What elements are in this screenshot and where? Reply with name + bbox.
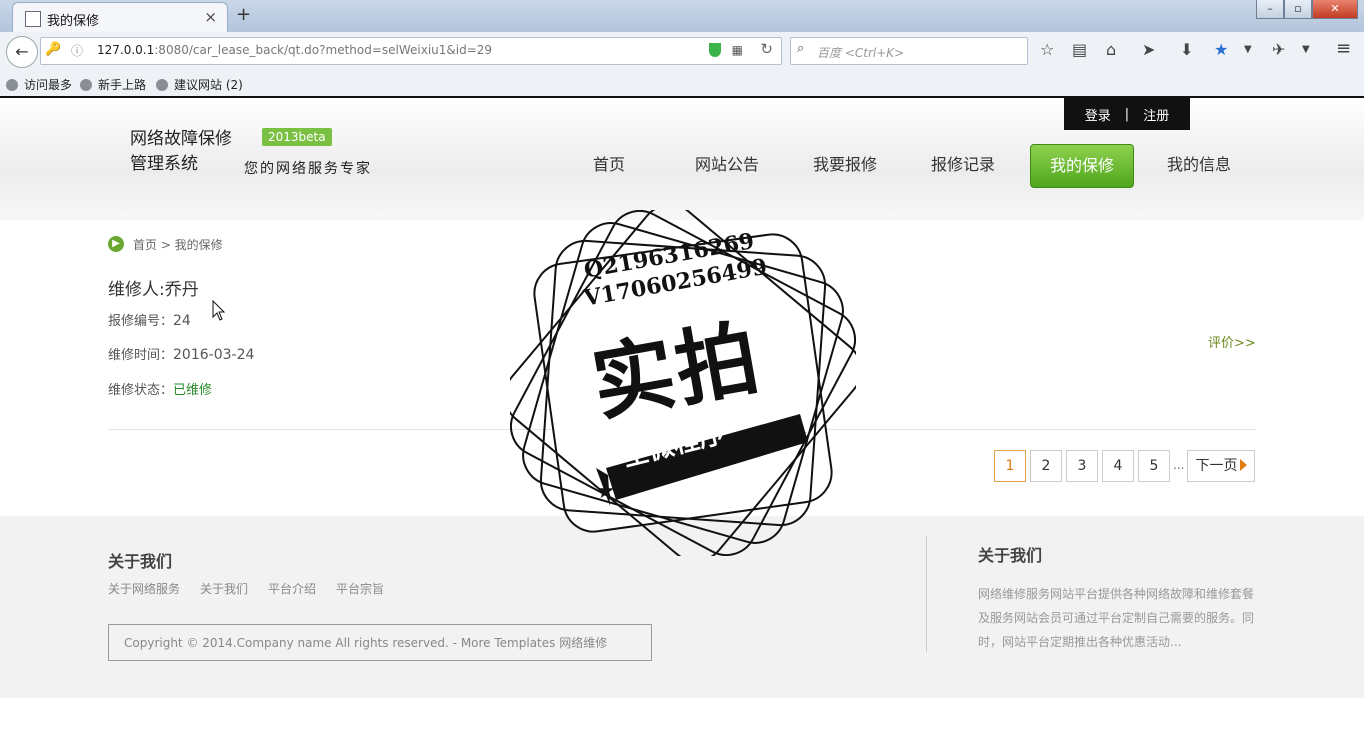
address-bar[interactable]: 🔑 ⓘ 127.0.0.1:8080/car_lease_back/qt.do?…	[40, 37, 782, 65]
nav-my-info[interactable]: 我的信息	[1158, 144, 1240, 186]
page-2-button[interactable]: 2	[1030, 450, 1062, 482]
bookmark-most-visited[interactable]: 访问最多	[6, 76, 72, 93]
globe-icon	[156, 79, 168, 91]
url-path: :8080/car_lease_back/qt.do?method=selWei…	[154, 43, 493, 57]
window-controls: – ▫ ✕	[1256, 0, 1358, 20]
bookmark-suggested[interactable]: 建议网站 (2)	[156, 76, 243, 93]
nav-report-repair[interactable]: 我要报修	[804, 144, 886, 186]
dropdown-icon[interactable]: ▼	[1244, 44, 1252, 55]
next-arrow-icon	[1239, 459, 1247, 471]
nav-my-warranty[interactable]: 我的保修	[1030, 144, 1134, 188]
back-icon[interactable]: ←	[6, 36, 38, 68]
next-page-button[interactable]: 下一页	[1187, 450, 1255, 482]
copyright-box: Copyright © 2014.Company name All rights…	[108, 624, 652, 661]
footer-link-network-service[interactable]: 关于网络服务	[108, 580, 180, 597]
footer-link-platform-intro[interactable]: 平台介绍	[268, 580, 316, 597]
breadcrumb: 首页 > 我的保修	[133, 238, 223, 252]
beta-badge: 2013beta	[262, 128, 332, 146]
qrcode-icon[interactable]: ▦	[732, 43, 743, 57]
nav-announcements[interactable]: 网站公告	[686, 144, 768, 186]
minimize-icon[interactable]: –	[1256, 0, 1284, 19]
repair-time-label: 维修时间：	[108, 348, 174, 363]
tab-close-icon[interactable]: ×	[204, 8, 217, 26]
repair-time-value: 2016-03-24	[173, 347, 255, 363]
new-tab-button[interactable]: +	[236, 4, 251, 25]
addon-star-icon[interactable]: ★	[1214, 40, 1228, 59]
nav-home[interactable]: 首页	[578, 144, 640, 186]
about-title: 关于我们	[978, 546, 1043, 565]
search-box[interactable]: ⌕ 百度 <Ctrl+K>	[790, 37, 1028, 65]
nav-repair-records[interactable]: 报修记录	[922, 144, 1004, 186]
reading-list-icon[interactable]: ▤	[1072, 40, 1087, 59]
url-host: 127.0.0.1	[97, 43, 155, 57]
stamp-star-icon: ★	[596, 479, 616, 504]
reload-icon[interactable]: ↻	[760, 40, 773, 58]
login-link[interactable]: 登录	[1085, 105, 1111, 124]
slogan: 您的网络服务专家	[244, 161, 372, 177]
menu-icon[interactable]: ≡	[1336, 38, 1351, 59]
shield-icon[interactable]	[709, 43, 721, 57]
repair-status-label: 维修状态：	[108, 383, 174, 398]
login-separator: |	[1124, 106, 1130, 122]
page-favicon-icon	[25, 11, 41, 27]
brand-title-line1: 网络故障保修	[130, 129, 232, 149]
footer-title: 关于我们	[108, 552, 173, 571]
footer-link-about-us[interactable]: 关于我们	[200, 580, 248, 597]
stamp-star-icon: ★	[788, 423, 808, 448]
repair-status-row: 维修状态：已维修	[108, 379, 212, 398]
breadcrumb-arrow-icon: ▶	[108, 236, 124, 252]
mouse-cursor-icon	[212, 300, 226, 321]
repair-number-row: 报修编号：24	[108, 310, 191, 329]
brand-title-line2: 管理系统	[130, 154, 198, 174]
maximize-icon[interactable]: ▫	[1284, 0, 1312, 19]
next-page-label: 下一页	[1195, 458, 1238, 474]
dropdown-icon[interactable]: ▼	[1302, 44, 1310, 55]
download-icon[interactable]: ⬇	[1180, 40, 1193, 59]
worker-name: 维修人:乔丹	[108, 280, 199, 300]
info-icon[interactable]: ⓘ	[71, 42, 83, 59]
browser-tab[interactable]: 我的保修 ×	[12, 2, 228, 33]
page-1-button[interactable]: 1	[994, 450, 1026, 482]
key-icon: 🔑	[45, 42, 62, 57]
login-bar: 登录 | 注册	[1064, 98, 1190, 130]
bottom-strip	[0, 698, 1364, 729]
repair-time-row: 维修时间：2016-03-24	[108, 344, 254, 363]
browser-navbar: ← 🔑 ⓘ 127.0.0.1:8080/car_lease_back/qt.d…	[0, 32, 1364, 72]
bookmark-label: 访问最多	[24, 78, 73, 92]
footer-link-platform-purpose[interactable]: 平台宗旨	[336, 580, 384, 597]
home-icon[interactable]: ⌂	[1106, 40, 1116, 59]
page-4-button[interactable]: 4	[1102, 450, 1134, 482]
globe-icon	[80, 79, 92, 91]
bookmark-getting-started[interactable]: 新手上路	[80, 76, 146, 93]
tab-title: 我的保修	[47, 14, 100, 29]
bookmark-label: 新手上路	[98, 78, 147, 92]
bookmark-folder-icon	[6, 79, 18, 91]
search-icon: ⌕	[797, 41, 805, 56]
footer-divider	[926, 536, 927, 652]
repair-status-value: 已维修	[173, 383, 213, 398]
repair-number-value: 24	[173, 313, 191, 329]
page-3-button[interactable]: 3	[1066, 450, 1098, 482]
register-link[interactable]: 注册	[1143, 105, 1169, 124]
about-text: 网络维修服务网站平台提供各种网络故障和维修套餐及服务网站会员可通过平台定制自己需…	[978, 587, 1255, 649]
bookmarks-bar: 访问最多 新手上路 建议网站 (2)	[0, 72, 1364, 98]
bookmark-star-icon[interactable]: ☆	[1040, 40, 1054, 59]
page-5-button[interactable]: 5	[1138, 450, 1170, 482]
send-icon[interactable]: ➤	[1142, 40, 1155, 59]
pagination-ellipsis: ...	[1173, 458, 1185, 472]
bookmark-label: 建议网站 (2)	[174, 78, 243, 92]
close-window-icon[interactable]: ✕	[1312, 0, 1358, 19]
addon-icon[interactable]: ✈	[1272, 40, 1285, 59]
repair-number-label: 报修编号：	[108, 314, 174, 329]
url-text: 127.0.0.1:8080/car_lease_back/qt.do?meth…	[97, 43, 492, 57]
rate-link[interactable]: 评价>>	[1208, 332, 1256, 351]
search-placeholder: 百度 <Ctrl+K>	[817, 46, 905, 60]
